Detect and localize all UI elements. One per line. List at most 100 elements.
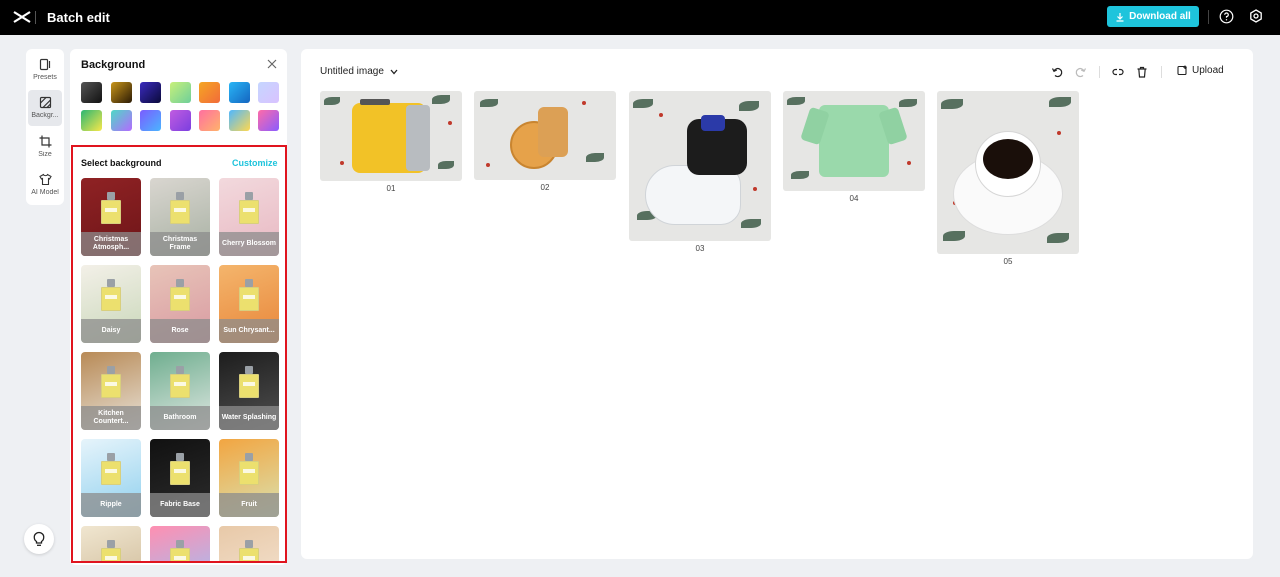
background-card-label: Sun Chrysant... (219, 319, 279, 343)
image-thumbnail[interactable] (474, 91, 616, 180)
color-swatch[interactable] (258, 82, 279, 103)
tool-size-label: Size (38, 151, 52, 158)
download-all-button[interactable]: Download all (1107, 6, 1199, 27)
tool-background-label: Backgr... (31, 112, 59, 119)
color-swatch[interactable] (199, 110, 220, 131)
bottle-label (105, 208, 117, 212)
bottle-cap (176, 453, 184, 461)
background-card[interactable]: Rose (150, 265, 210, 343)
tool-rail: Presets Backgr... Size AI Model (26, 49, 64, 205)
color-swatch[interactable] (169, 82, 191, 103)
bottle-label (243, 556, 255, 560)
close-icon[interactable] (267, 59, 277, 69)
app-title: Batch edit (47, 10, 110, 25)
image-thumbnail[interactable] (629, 91, 771, 241)
undo-icon[interactable] (1051, 66, 1063, 78)
perfume-bottle (239, 461, 259, 485)
image-number: 02 (540, 183, 550, 192)
top-separator (1208, 10, 1209, 24)
background-card[interactable]: Cherry Blossom (219, 178, 279, 256)
bottle-cap (245, 366, 253, 374)
color-swatch[interactable] (81, 82, 102, 103)
color-swatch[interactable] (258, 110, 279, 131)
color-swatch[interactable] (140, 110, 161, 131)
color-swatch[interactable] (228, 82, 250, 103)
color-swatch[interactable] (169, 110, 191, 131)
bottle-cap (107, 540, 115, 548)
help-icon[interactable] (1219, 9, 1234, 24)
background-card[interactable]: Fabric Base (150, 439, 210, 517)
perfume-bottle (239, 374, 259, 398)
tool-ai-model[interactable]: AI Model (28, 167, 62, 203)
bottle-cap (176, 366, 184, 374)
redo-icon[interactable] (1075, 66, 1087, 78)
bottle-cap (107, 279, 115, 287)
bottle-cap (245, 279, 253, 287)
bottle-label (243, 295, 255, 299)
settings-gear-icon[interactable] (1249, 9, 1263, 23)
tips-button[interactable] (24, 524, 54, 554)
top-divider (35, 11, 36, 24)
tool-background[interactable]: Backgr... (28, 90, 62, 126)
background-card-label: Fabric Base (150, 493, 210, 517)
image-thumbnail[interactable] (783, 91, 925, 191)
color-swatch[interactable] (140, 82, 161, 103)
color-swatch[interactable] (228, 110, 250, 131)
background-card[interactable]: Ripple (81, 439, 141, 517)
image-item-02: 02 (474, 91, 616, 201)
bottle-label (105, 382, 117, 386)
background-card[interactable] (81, 526, 141, 561)
download-icon (1116, 12, 1124, 22)
perfume-bottle (101, 461, 121, 485)
background-card-label: Bathroom (150, 406, 210, 430)
background-card[interactable] (219, 526, 279, 561)
image-number: 05 (1003, 257, 1013, 266)
color-swatch[interactable] (199, 82, 220, 103)
capcut-logo-icon[interactable] (13, 9, 31, 25)
image-thumbnail[interactable] (320, 91, 462, 181)
perfume-bottle (170, 287, 190, 311)
customize-link[interactable]: Customize (232, 158, 278, 168)
background-card-label: Kitchen Countert... (81, 406, 141, 430)
background-card[interactable]: Bathroom (150, 352, 210, 430)
perfume-bottle (170, 461, 190, 485)
perfume-bottle (239, 200, 259, 224)
tool-presets[interactable]: Presets (28, 52, 62, 88)
background-card-label: Ripple (81, 493, 141, 517)
color-swatch[interactable] (110, 110, 132, 131)
perfume-bottle (101, 374, 121, 398)
background-card[interactable] (150, 526, 210, 561)
perfume-bottle (101, 200, 121, 224)
bottle-cap (245, 540, 253, 548)
image-item-04: 04 (783, 91, 925, 211)
background-card[interactable]: Christmas Frame (150, 178, 210, 256)
bottle-cap (176, 192, 184, 200)
background-card[interactable]: Daisy (81, 265, 141, 343)
select-background-label: Select background (81, 158, 162, 168)
bottle-label (105, 295, 117, 299)
background-card-label: Christmas Frame (150, 232, 210, 256)
background-card[interactable]: Christmas Atmosph... (81, 178, 141, 256)
background-card-label: Christmas Atmosph... (81, 232, 141, 256)
document-title-dropdown[interactable]: Untitled image (320, 66, 398, 77)
image-thumbnail[interactable] (937, 91, 1079, 254)
background-card[interactable]: Kitchen Countert... (81, 352, 141, 430)
background-icon (39, 96, 51, 109)
perfume-bottle (101, 287, 121, 311)
image-item-01: 01 (320, 91, 462, 201)
color-swatch[interactable] (81, 110, 102, 131)
bottle-label (174, 295, 186, 299)
background-card[interactable]: Sun Chrysant... (219, 265, 279, 343)
tool-presets-label: Presets (33, 74, 57, 81)
link-icon[interactable] (1112, 66, 1124, 78)
bottle-label (243, 382, 255, 386)
background-card[interactable]: Water Splashing (219, 352, 279, 430)
tool-size[interactable]: Size (28, 129, 62, 165)
background-card[interactable]: Fruit (219, 439, 279, 517)
upload-image-icon (1177, 65, 1187, 76)
bottle-cap (245, 453, 253, 461)
upload-button[interactable]: Upload (1177, 65, 1224, 76)
bottle-cap (107, 453, 115, 461)
delete-icon[interactable] (1136, 66, 1148, 78)
color-swatch[interactable] (110, 82, 132, 103)
